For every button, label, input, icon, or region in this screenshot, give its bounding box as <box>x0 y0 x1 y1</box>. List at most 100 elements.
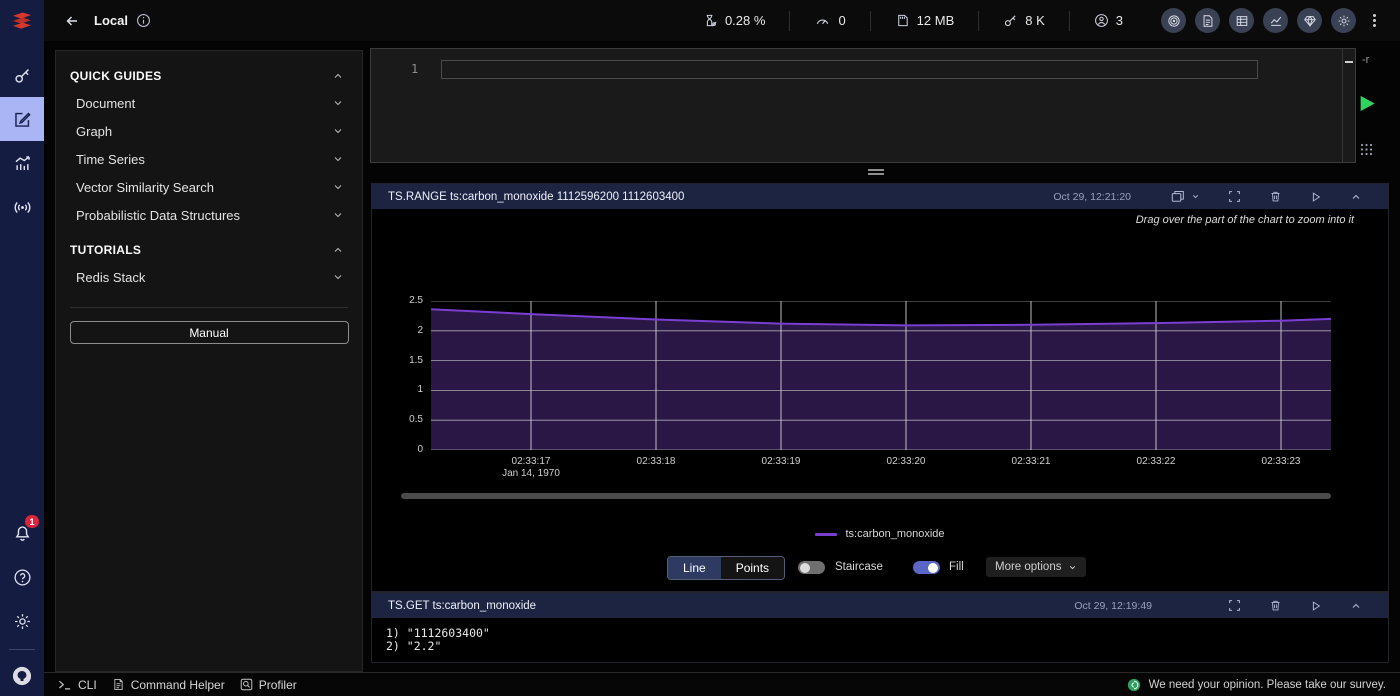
user-icon <box>1094 13 1109 28</box>
collapse-result-button[interactable] <box>1350 600 1362 612</box>
fullscreen-button[interactable] <box>1228 190 1241 203</box>
command-editor[interactable]: 1 <box>370 48 1356 163</box>
rail-item-settings[interactable] <box>0 599 44 643</box>
points-mode-button[interactable]: Points <box>721 557 784 579</box>
rail-item-github[interactable] <box>0 656 44 696</box>
redis-logo <box>0 0 44 41</box>
tutorial-item-redis-stack[interactable]: Redis Stack <box>56 263 362 291</box>
staircase-label: Staircase <box>835 561 883 573</box>
result-timestamp: Oct 29, 12:19:49 <box>1074 600 1152 612</box>
back-button[interactable] <box>60 9 84 33</box>
magnifier-icon <box>240 678 253 691</box>
rail-item-notifications[interactable]: 1 <box>0 511 44 555</box>
output-line: 1) "1112603400" <box>372 627 1388 640</box>
workbench-area: 1 -r TS.RANGE ts:carbo <box>370 41 1390 696</box>
waves-circle-icon <box>1167 14 1181 28</box>
survey-link[interactable]: We need your opinion. Please take our su… <box>1127 678 1386 692</box>
quick-guides-header[interactable]: QUICK GUIDES <box>56 63 362 89</box>
chevron-down-icon <box>1068 563 1077 572</box>
ts-chart-svg <box>431 301 1331 450</box>
survey-icon <box>1127 678 1141 692</box>
rail-item-analytics[interactable] <box>0 141 44 185</box>
line-mode-button[interactable]: Line <box>668 557 721 579</box>
top-actions <box>1161 8 1390 33</box>
delete-result-button[interactable] <box>1269 599 1282 612</box>
run-command-button[interactable] <box>1354 91 1379 119</box>
collapse-result-button[interactable] <box>1350 191 1362 203</box>
rail-item-workbench[interactable] <box>0 97 44 141</box>
delete-result-button[interactable] <box>1269 190 1282 203</box>
table-view-button[interactable] <box>1229 8 1254 33</box>
key-icon <box>1003 13 1018 28</box>
profiler-button[interactable]: Profiler <box>240 678 297 692</box>
play-outline-icon <box>1310 191 1322 203</box>
document-icon <box>112 678 125 691</box>
memory-card-icon <box>895 13 910 28</box>
arrow-left-icon <box>64 13 80 29</box>
metric-clients-value: 3 <box>1116 13 1123 28</box>
staircase-toggle[interactable] <box>798 561 825 574</box>
metric-separator <box>789 11 790 31</box>
rerun-command-button[interactable] <box>1310 600 1322 612</box>
chart-view-button[interactable] <box>1263 8 1288 33</box>
ts-chart-plot[interactable] <box>431 301 1331 450</box>
rail-item-pubsub[interactable] <box>0 185 44 229</box>
editor-active-line <box>441 60 1258 79</box>
rail-item-browser[interactable] <box>0 53 44 97</box>
info-icon[interactable] <box>136 13 151 28</box>
fill-toggle[interactable] <box>913 561 940 574</box>
left-rail: 1 <box>0 41 44 696</box>
document-clock-button[interactable] <box>1195 8 1220 33</box>
key-icon <box>13 66 32 85</box>
enablement-panel: QUICK GUIDES Document Graph Time Series … <box>55 50 363 672</box>
metric-keys: 8 K <box>1003 13 1045 28</box>
manual-button[interactable]: Manual <box>70 321 349 344</box>
gem-button[interactable] <box>1297 8 1322 33</box>
rail-divider <box>9 649 35 650</box>
rail-item-help[interactable] <box>0 555 44 599</box>
analytics-chart-icon <box>13 154 32 173</box>
db-metrics: 0.28 % 0 12 MB 8 K <box>703 11 1123 31</box>
guide-item-time-series[interactable]: Time Series <box>56 145 362 173</box>
guide-item-graph[interactable]: Graph <box>56 117 362 145</box>
cpu-icon <box>703 13 718 28</box>
chart-controls: Line Points Staircase Fill More options <box>372 556 1388 582</box>
chevron-down-icon <box>332 271 344 283</box>
chevron-up-icon <box>332 70 344 82</box>
overflow-menu-button[interactable] <box>1365 10 1384 31</box>
pubsub-waves-button[interactable] <box>1161 8 1186 33</box>
panel-resize-handle[interactable] <box>868 169 884 175</box>
settings-round-button[interactable] <box>1331 8 1356 33</box>
line-chart-icon <box>1269 14 1283 28</box>
terminal-prompt-icon <box>58 679 72 691</box>
metric-keys-value: 8 K <box>1025 13 1045 28</box>
gear-icon <box>1337 14 1351 28</box>
guide-item-vector-search[interactable]: Vector Similarity Search <box>56 173 362 201</box>
chart-legend[interactable]: ts:carbon_monoxide <box>372 528 1388 540</box>
fullscreen-button[interactable] <box>1228 599 1241 612</box>
tutorials-header[interactable]: TUTORIALS <box>56 237 362 263</box>
gear-icon <box>13 612 32 631</box>
editor-drag-handle[interactable] <box>1359 142 1374 162</box>
cli-button[interactable]: CLI <box>58 678 97 692</box>
metric-separator <box>870 11 871 31</box>
guides-divider <box>70 307 348 308</box>
command-helper-button[interactable]: Command Helper <box>112 678 225 692</box>
guide-item-probabilistic[interactable]: Probabilistic Data Structures <box>56 201 362 229</box>
drag-dots-icon <box>1359 142 1374 157</box>
chart-result-body: Drag over the part of the chart to zoom … <box>372 209 1388 591</box>
legend-label: ts:carbon_monoxide <box>845 528 944 540</box>
text-result-body: 1) "1112603400" 2) "2.2" <box>372 618 1388 662</box>
result-card-ts-get: TS.GET ts:carbon_monoxide Oct 29, 12:19:… <box>371 592 1389 663</box>
rerun-command-button[interactable] <box>1310 191 1322 203</box>
more-options-button[interactable]: More options <box>986 557 1086 577</box>
chart-horizontal-scrollbar[interactable] <box>401 493 1331 499</box>
chart-zoom-hint: Drag over the part of the chart to zoom … <box>1136 214 1354 226</box>
metric-commands: 0 <box>814 13 845 28</box>
fullscreen-icon <box>1228 599 1241 612</box>
guide-item-document[interactable]: Document <box>56 89 362 117</box>
toggle-knob <box>800 563 810 573</box>
fill-label: Fill <box>949 561 964 573</box>
view-selector-button[interactable] <box>1171 190 1200 204</box>
metric-commands-value: 0 <box>838 13 845 28</box>
